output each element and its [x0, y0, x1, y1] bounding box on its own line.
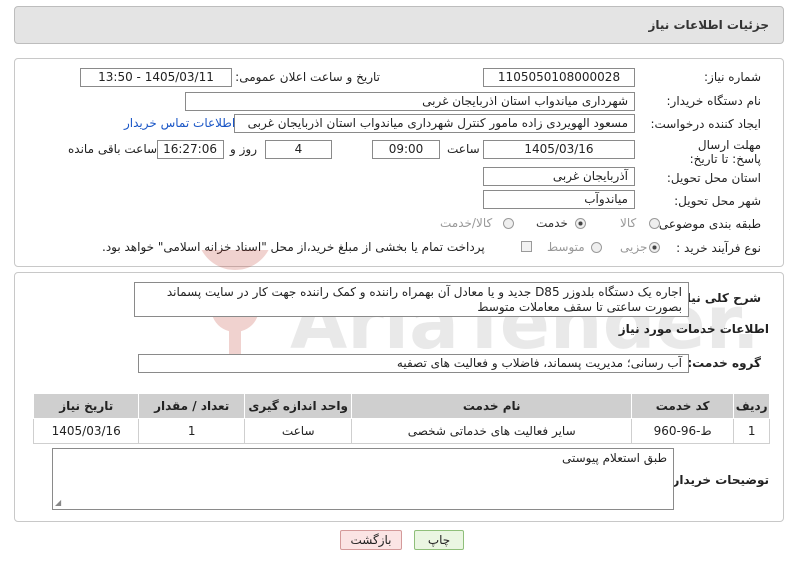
category-label: طبقه بندی موضوعی: [654, 217, 761, 231]
deadline-date-field: 1405/03/16 [483, 140, 635, 159]
cell-need-date: 1405/03/16 [32, 418, 140, 444]
buyer-org-label: نام دستگاه خریدار: [666, 94, 762, 108]
deadline-days-label: روز و [230, 142, 257, 156]
requester-field: مسعود الهویردی زاده مامور کنترل شهرداری … [234, 114, 635, 133]
resize-handle-icon[interactable]: ◢ [55, 498, 61, 507]
page-header: جزئیات اطلاعات نیاز [14, 6, 784, 44]
delivery-province-label: استان محل تحویل: [666, 171, 761, 185]
category-service-label: خدمت [536, 216, 568, 230]
col-header-quantity: تعداد / مقدار [138, 393, 245, 419]
col-header-unit: واحد اندازه گیری [243, 393, 353, 419]
deadline-time-label: ساعت [447, 142, 480, 156]
print-button[interactable]: چاپ [414, 530, 464, 550]
buyer-contact-link[interactable]: اطلاعات تماس خریدار [124, 116, 235, 130]
buyer-org-field: شهرداری میاندواب استان اذربایجان غربی [185, 92, 635, 111]
category-goods-radio[interactable] [649, 218, 660, 229]
page-title: جزئیات اطلاعات نیاز [648, 18, 769, 32]
cell-quantity: 1 [138, 418, 245, 444]
buyer-notes-label: توضیحات خریدار: [667, 473, 769, 487]
need-info-panel [14, 58, 784, 267]
col-header-need-date: تاریخ نیاز [32, 393, 140, 419]
announce-datetime-field: 1405/03/11 - 13:50 [80, 68, 232, 87]
delivery-city-field: میاندوآب [483, 190, 635, 209]
table-row: 1 ط-96-960 سایر فعالیت های خدماتی شخصی س… [32, 418, 770, 444]
cell-service-name: سایر فعالیت های خدماتی شخصی [351, 418, 632, 444]
category-goods-label: کالا [620, 216, 637, 230]
need-number-label: شماره نیاز: [704, 70, 761, 84]
category-goods-service-label: کالا/خدمت [440, 216, 493, 230]
announce-datetime-label: تاریخ و ساعت اعلان عمومی: [235, 70, 380, 84]
remaining-time-label: ساعت باقی مانده [68, 142, 158, 156]
back-button[interactable]: بازگشت [340, 530, 402, 550]
col-header-service-name: نام خدمت [351, 393, 632, 419]
delivery-city-label: شهر محل تحویل: [674, 194, 761, 208]
deadline-label: مهلت ارسال پاسخ: تا تاریخ: [689, 138, 761, 166]
buyer-notes-field: طبق استعلام پیوستی ◢ [52, 448, 674, 510]
category-service-radio[interactable] [575, 218, 586, 229]
service-group-field: آب رسانی؛ مدیریت پسماند، فاضلاب و فعالیت… [138, 354, 689, 373]
delivery-province-field: آذربایجان غربی [483, 167, 635, 186]
service-group-label: گروه خدمت: [687, 356, 761, 370]
remaining-time-field: 16:27:06 [157, 140, 224, 159]
col-header-code: کد خدمت [630, 393, 735, 419]
deadline-time-field: 09:00 [372, 140, 440, 159]
description-field: اجاره یک دستگاه بلدوزر D85 جدید و یا معا… [134, 282, 689, 317]
requester-label: ایجاد کننده درخواست: [650, 117, 761, 131]
category-goods-service-radio[interactable] [503, 218, 514, 229]
cell-row-number: 1 [733, 418, 770, 444]
cell-unit: ساعت [243, 418, 353, 444]
deadline-days-field: 4 [265, 140, 332, 159]
col-header-row: ردیف [733, 393, 770, 419]
services-section-title: اطلاعات خدمات مورد نیاز [618, 322, 769, 336]
buyer-notes-text: طبق استعلام پیوستی [561, 451, 667, 465]
need-number-field: 1105050108000028 [483, 68, 635, 87]
cell-service-code: ط-96-960 [630, 418, 735, 444]
services-table: ردیف کد خدمت نام خدمت واحد اندازه گیری ت… [32, 393, 770, 444]
